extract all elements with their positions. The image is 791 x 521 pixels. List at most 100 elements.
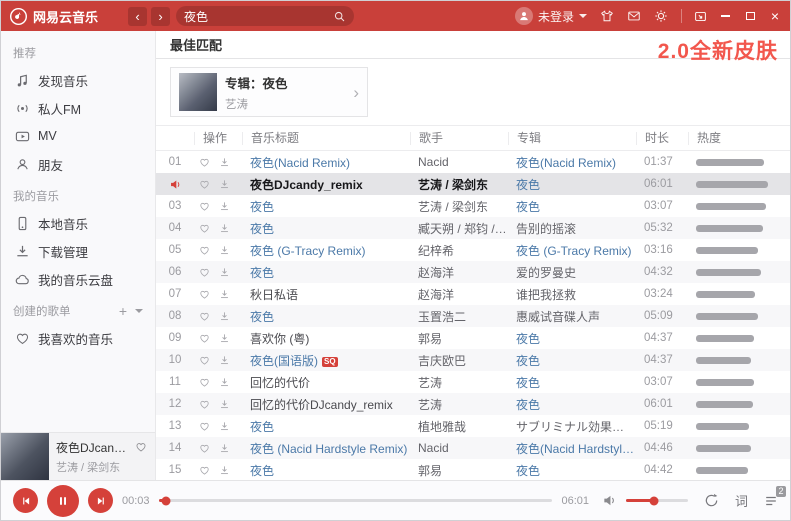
search-icon[interactable] — [333, 10, 346, 23]
song-album[interactable]: 夜色 — [508, 462, 636, 479]
song-artist[interactable]: 艺涛 / 梁剑东 — [410, 198, 508, 215]
table-row[interactable]: 12回忆的代价DJcandy_remix艺涛夜色06:01 — [156, 393, 790, 415]
table-row[interactable]: 15夜色郭易夜色04:42 — [156, 459, 790, 480]
table-row[interactable]: 01夜色(Nacid Remix)Nacid夜色(Nacid Remix)01:… — [156, 151, 790, 173]
mail-icon[interactable] — [627, 9, 641, 23]
song-album[interactable]: 爱的罗曼史 — [508, 264, 636, 281]
song-artist[interactable]: 郭易 — [410, 462, 508, 479]
like-icon[interactable] — [199, 465, 210, 476]
table-row[interactable]: 14夜色 (Nacid Hardstyle Remix)Nacid夜色(Naci… — [156, 437, 790, 459]
table-row[interactable]: 06夜色赵海洋爱的罗曼史04:32 — [156, 261, 790, 283]
song-artist[interactable]: 赵海洋 — [410, 286, 508, 303]
like-icon[interactable] — [199, 333, 210, 344]
like-icon[interactable] — [135, 441, 147, 453]
song-artist[interactable]: 纪梓希 — [410, 242, 508, 259]
volume-slider[interactable] — [626, 499, 688, 502]
song-title[interactable]: 夜色 — [242, 462, 410, 479]
download-icon[interactable] — [219, 443, 230, 454]
collapse-icon[interactable] — [135, 309, 143, 313]
now-playing-artist[interactable]: 艺涛 / 梁剑东 — [56, 459, 151, 475]
download-icon[interactable] — [219, 355, 230, 366]
volume-thumb[interactable] — [649, 496, 658, 505]
song-title[interactable]: 夜色(国语版)SQ — [242, 352, 410, 369]
forward-button[interactable]: › — [151, 7, 170, 26]
now-playing-title[interactable]: 夜色DJcandy... — [56, 439, 130, 456]
table-row[interactable]: 07秋日私语赵海洋谁把我拯救03:24 — [156, 283, 790, 305]
like-icon[interactable] — [199, 223, 210, 234]
tab-best-match[interactable]: 最佳匹配 — [170, 35, 222, 54]
progress-thumb[interactable] — [162, 496, 171, 505]
mini-player-icon[interactable] — [693, 8, 707, 24]
song-artist[interactable]: 艺涛 / 梁剑东 — [410, 176, 508, 193]
playlist-icon[interactable]: 2 — [764, 494, 778, 508]
song-album[interactable]: 夜色(Nacid Hardstyle R... — [508, 440, 636, 457]
song-album[interactable]: 夜色 (G-Tracy Remix) — [508, 242, 636, 259]
repeat-icon[interactable] — [704, 493, 719, 508]
song-title[interactable]: 夜色 — [242, 308, 410, 325]
download-icon[interactable] — [219, 289, 230, 300]
like-icon[interactable] — [199, 245, 210, 256]
download-icon[interactable] — [219, 223, 230, 234]
sidebar-item-heart[interactable]: 我喜欢的音乐 — [1, 324, 155, 352]
like-icon[interactable] — [199, 311, 210, 322]
like-icon[interactable] — [199, 201, 210, 212]
song-title[interactable]: 夜色 — [242, 264, 410, 281]
song-artist[interactable]: 艺涛 — [410, 374, 508, 391]
account-menu[interactable]: 未登录 — [515, 7, 587, 25]
song-title[interactable]: 回忆的代价 — [242, 374, 410, 391]
like-icon[interactable] — [199, 421, 210, 432]
now-playing-art[interactable] — [1, 433, 49, 481]
song-artist[interactable]: 玉置浩二 — [410, 308, 508, 325]
sidebar-item-friends[interactable]: 朋友 — [1, 150, 155, 178]
search-input[interactable] — [184, 9, 329, 23]
download-icon[interactable] — [219, 465, 230, 476]
song-album[interactable]: 夜色 — [508, 352, 636, 369]
song-title[interactable]: 回忆的代价DJcandy_remix — [242, 396, 410, 413]
table-row[interactable]: 08夜色玉置浩二惠威试音碟人声05:09 — [156, 305, 790, 327]
add-playlist-icon[interactable]: + — [119, 304, 127, 318]
song-title[interactable]: 喜欢你 (粤) — [242, 330, 410, 347]
like-icon[interactable] — [199, 179, 210, 190]
download-icon[interactable] — [219, 333, 230, 344]
now-playing-bar[interactable]: 夜色DJcandy... 艺涛 / 梁剑东 — [1, 432, 155, 480]
song-album[interactable]: 夜色 — [508, 374, 636, 391]
like-icon[interactable] — [199, 377, 210, 388]
song-artist[interactable]: 臧天朔 / 郑钧 / 唐... — [410, 220, 508, 237]
song-title[interactable]: 夜色 (G-Tracy Remix) — [242, 242, 410, 259]
sidebar-item-cloud[interactable]: 我的音乐云盘 — [1, 265, 155, 293]
song-album[interactable]: 夜色 — [508, 330, 636, 347]
song-artist[interactable]: 艺涛 — [410, 396, 508, 413]
lyrics-icon[interactable]: 词 — [735, 491, 748, 510]
sidebar-item-mv[interactable]: MV — [1, 122, 155, 150]
song-album[interactable]: 告别的摇滚 — [508, 220, 636, 237]
next-button[interactable] — [88, 488, 113, 513]
search-box[interactable] — [176, 6, 354, 26]
table-row[interactable]: 11回忆的代价艺涛夜色03:07 — [156, 371, 790, 393]
table-row[interactable]: 夜色DJcandy_remix艺涛 / 梁剑东夜色06:01 — [156, 173, 790, 195]
like-icon[interactable] — [199, 267, 210, 278]
like-icon[interactable] — [199, 399, 210, 410]
song-title[interactable]: 夜色(Nacid Remix) — [242, 154, 410, 171]
previous-button[interactable] — [13, 488, 38, 513]
download-icon[interactable] — [219, 311, 230, 322]
song-title[interactable]: 夜色 — [242, 418, 410, 435]
song-album[interactable]: 惠威试音碟人声 — [508, 308, 636, 325]
song-artist[interactable]: 郭易 — [410, 330, 508, 347]
download-icon[interactable] — [219, 399, 230, 410]
song-album[interactable]: 夜色 — [508, 396, 636, 413]
like-icon[interactable] — [199, 289, 210, 300]
table-row[interactable]: 03夜色艺涛 / 梁剑东夜色03:07 — [156, 195, 790, 217]
progress-bar[interactable] — [159, 499, 553, 502]
like-icon[interactable] — [199, 157, 210, 168]
download-icon[interactable] — [219, 377, 230, 388]
sidebar-item-phone[interactable]: 本地音乐 — [1, 209, 155, 237]
best-match-card[interactable]: 专辑：夜色 艺涛 › — [170, 67, 368, 117]
song-title[interactable]: 夜色 — [242, 220, 410, 237]
download-icon[interactable] — [219, 245, 230, 256]
song-title[interactable]: 夜色 (Nacid Hardstyle Remix) — [242, 440, 410, 457]
download-icon[interactable] — [219, 421, 230, 432]
like-icon[interactable] — [199, 355, 210, 366]
close-icon[interactable]: × — [768, 8, 782, 24]
settings-gear-icon[interactable] — [654, 9, 668, 23]
song-album[interactable]: 谁把我拯救 — [508, 286, 636, 303]
